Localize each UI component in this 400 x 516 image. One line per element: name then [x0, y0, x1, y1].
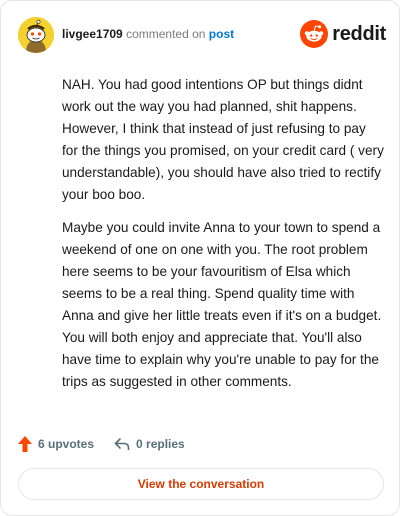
upvote-count: 6 upvotes	[38, 437, 95, 451]
reply-button[interactable]: 0 replies	[114, 437, 185, 451]
reddit-wordmark: reddit	[332, 23, 386, 45]
comment-paragraph: Maybe you could invite Anna to your town…	[62, 220, 382, 389]
comment-actions: 6 upvotes 0 replies	[18, 433, 205, 455]
reply-arrow-icon	[114, 438, 130, 451]
comment-paragraph: NAH. You had good intentions OP but thin…	[62, 77, 384, 202]
comment-meta: livgee1709 commented on post	[62, 27, 234, 41]
reply-count: 0 replies	[136, 437, 185, 451]
upvote-arrow-icon	[18, 436, 32, 452]
username-link[interactable]: livgee1709	[62, 27, 123, 41]
view-conversation-button[interactable]: View the conversation	[18, 468, 384, 500]
reddit-logo-icon	[300, 20, 329, 48]
comment-header: livgee1709 commented on post reddit	[18, 17, 386, 53]
comment-embed-card: livgee1709 commented on post reddit NAH.…	[0, 0, 400, 516]
reddit-brand[interactable]: reddit	[300, 19, 386, 49]
avatar[interactable]	[18, 17, 54, 53]
upvote-button[interactable]: 6 upvotes	[18, 436, 94, 452]
commented-on-text: commented on	[126, 27, 206, 41]
snoo-avatar-icon	[18, 17, 54, 53]
post-link[interactable]: post	[209, 27, 234, 41]
comment-body: NAH. You had good intentions OP but thin…	[62, 74, 384, 404]
